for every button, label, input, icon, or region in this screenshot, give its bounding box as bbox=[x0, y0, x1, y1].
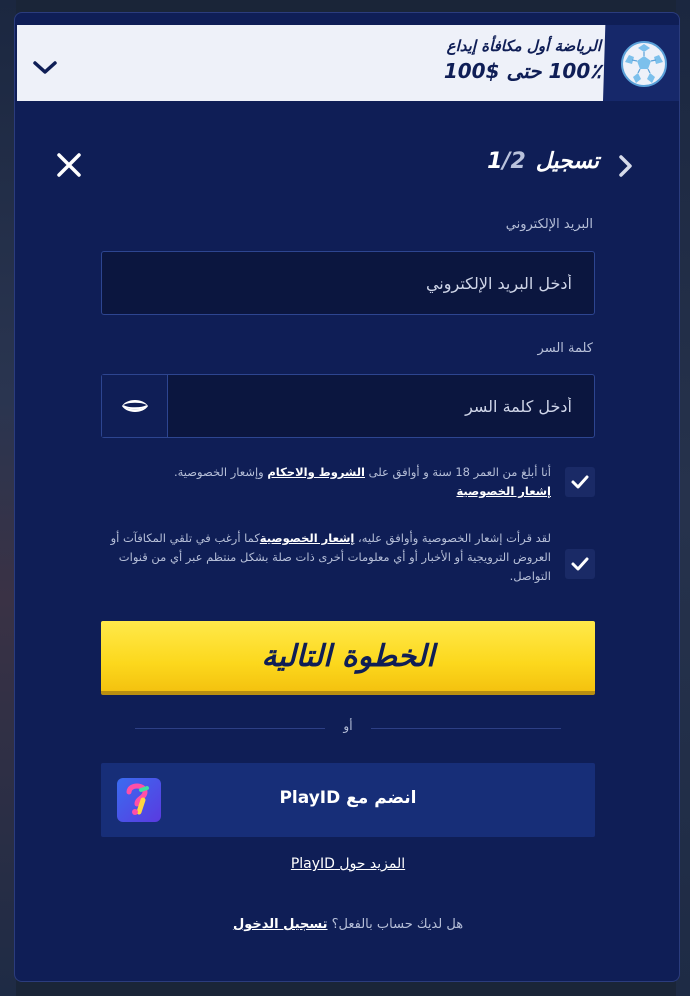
chevron-down-icon[interactable] bbox=[31, 59, 59, 77]
password-field[interactable] bbox=[102, 375, 594, 437]
age-consent-text: أنا أبلغ من العمر 18 سنة و أوافق على الش… bbox=[101, 463, 551, 501]
football-icon bbox=[621, 41, 667, 87]
age-consent-row: أنا أبلغ من العمر 18 سنة و أوافق على الش… bbox=[101, 463, 595, 507]
form-header: تسجيل 1/2 bbox=[15, 143, 679, 187]
login-prompt-text: هل لديك حساب بالفعل؟ bbox=[327, 917, 464, 932]
login-link[interactable]: تسجيل الدخول bbox=[233, 917, 328, 932]
promo-text: الرياضة أول مكافأة إيداع 100٪ حتى $100 bbox=[444, 37, 601, 83]
step-total: /2 bbox=[502, 149, 526, 174]
promo-amount: 100٪ حتى $100 bbox=[443, 59, 601, 83]
privacy-notice-link-2[interactable]: إشعار الخصوصية bbox=[260, 531, 355, 545]
password-field-container bbox=[101, 374, 595, 438]
playid-join-button[interactable]: انضم مع PlayID bbox=[101, 763, 595, 837]
or-label: أو bbox=[343, 719, 353, 733]
terms-link[interactable]: الشروط والاحكام bbox=[267, 465, 365, 479]
divider-line-right bbox=[371, 728, 561, 729]
divider-line-left bbox=[135, 728, 325, 729]
step-current: 1 bbox=[487, 149, 503, 174]
playid-label: انضم مع PlayID bbox=[279, 788, 417, 808]
marketing-consent-row: لقد قرأت إشعار الخصوصية وأوافق عليه، إشع… bbox=[101, 529, 595, 595]
marketing-consent-text: لقد قرأت إشعار الخصوصية وأوافق عليه، إشع… bbox=[101, 529, 551, 586]
password-label: كلمة السر bbox=[537, 341, 593, 356]
next-step-button[interactable]: الخطوة التالية bbox=[101, 621, 595, 695]
page-title: تسجيل 1/2 bbox=[487, 149, 599, 174]
marketing-consent-text-start: لقد قرأت إشعار الخصوصية وأوافق عليه، bbox=[354, 531, 551, 545]
show-password-button[interactable] bbox=[102, 375, 168, 437]
age-consent-checkbox[interactable] bbox=[565, 467, 595, 497]
marketing-consent-checkbox[interactable] bbox=[565, 549, 595, 579]
title-text: تسجيل bbox=[535, 149, 599, 174]
email-field-container bbox=[101, 251, 595, 315]
age-consent-text-start: أنا أبلغ من العمر 18 سنة و أوافق على bbox=[364, 465, 551, 479]
checkmark-icon bbox=[571, 557, 589, 571]
checkmark-icon bbox=[571, 475, 589, 489]
promo-banner[interactable]: الرياضة أول مكافأة إيداع 100٪ حتى $100 bbox=[17, 25, 679, 101]
age-consent-text-end: وإشعار الخصوصية. bbox=[173, 465, 268, 479]
close-icon[interactable] bbox=[55, 151, 83, 179]
playid-more-link[interactable]: المزيد حول PlayID bbox=[15, 856, 679, 872]
eye-icon bbox=[121, 400, 148, 412]
registration-panel: الرياضة أول مكافأة إيداع 100٪ حتى $100 ت… bbox=[14, 12, 680, 982]
privacy-notice-link[interactable]: إشعار الخصوصية bbox=[456, 484, 551, 498]
email-field[interactable] bbox=[102, 252, 594, 314]
step-indicator: 1/2 bbox=[487, 149, 526, 174]
chevron-right-icon[interactable] bbox=[615, 153, 635, 179]
promo-title: الرياضة أول مكافأة إيداع bbox=[446, 37, 601, 55]
or-divider: أو bbox=[15, 719, 679, 739]
email-label: البريد الإلكتروني bbox=[505, 217, 593, 232]
login-prompt: هل لديك حساب بالفعل؟ تسجيل الدخول bbox=[15, 917, 679, 932]
